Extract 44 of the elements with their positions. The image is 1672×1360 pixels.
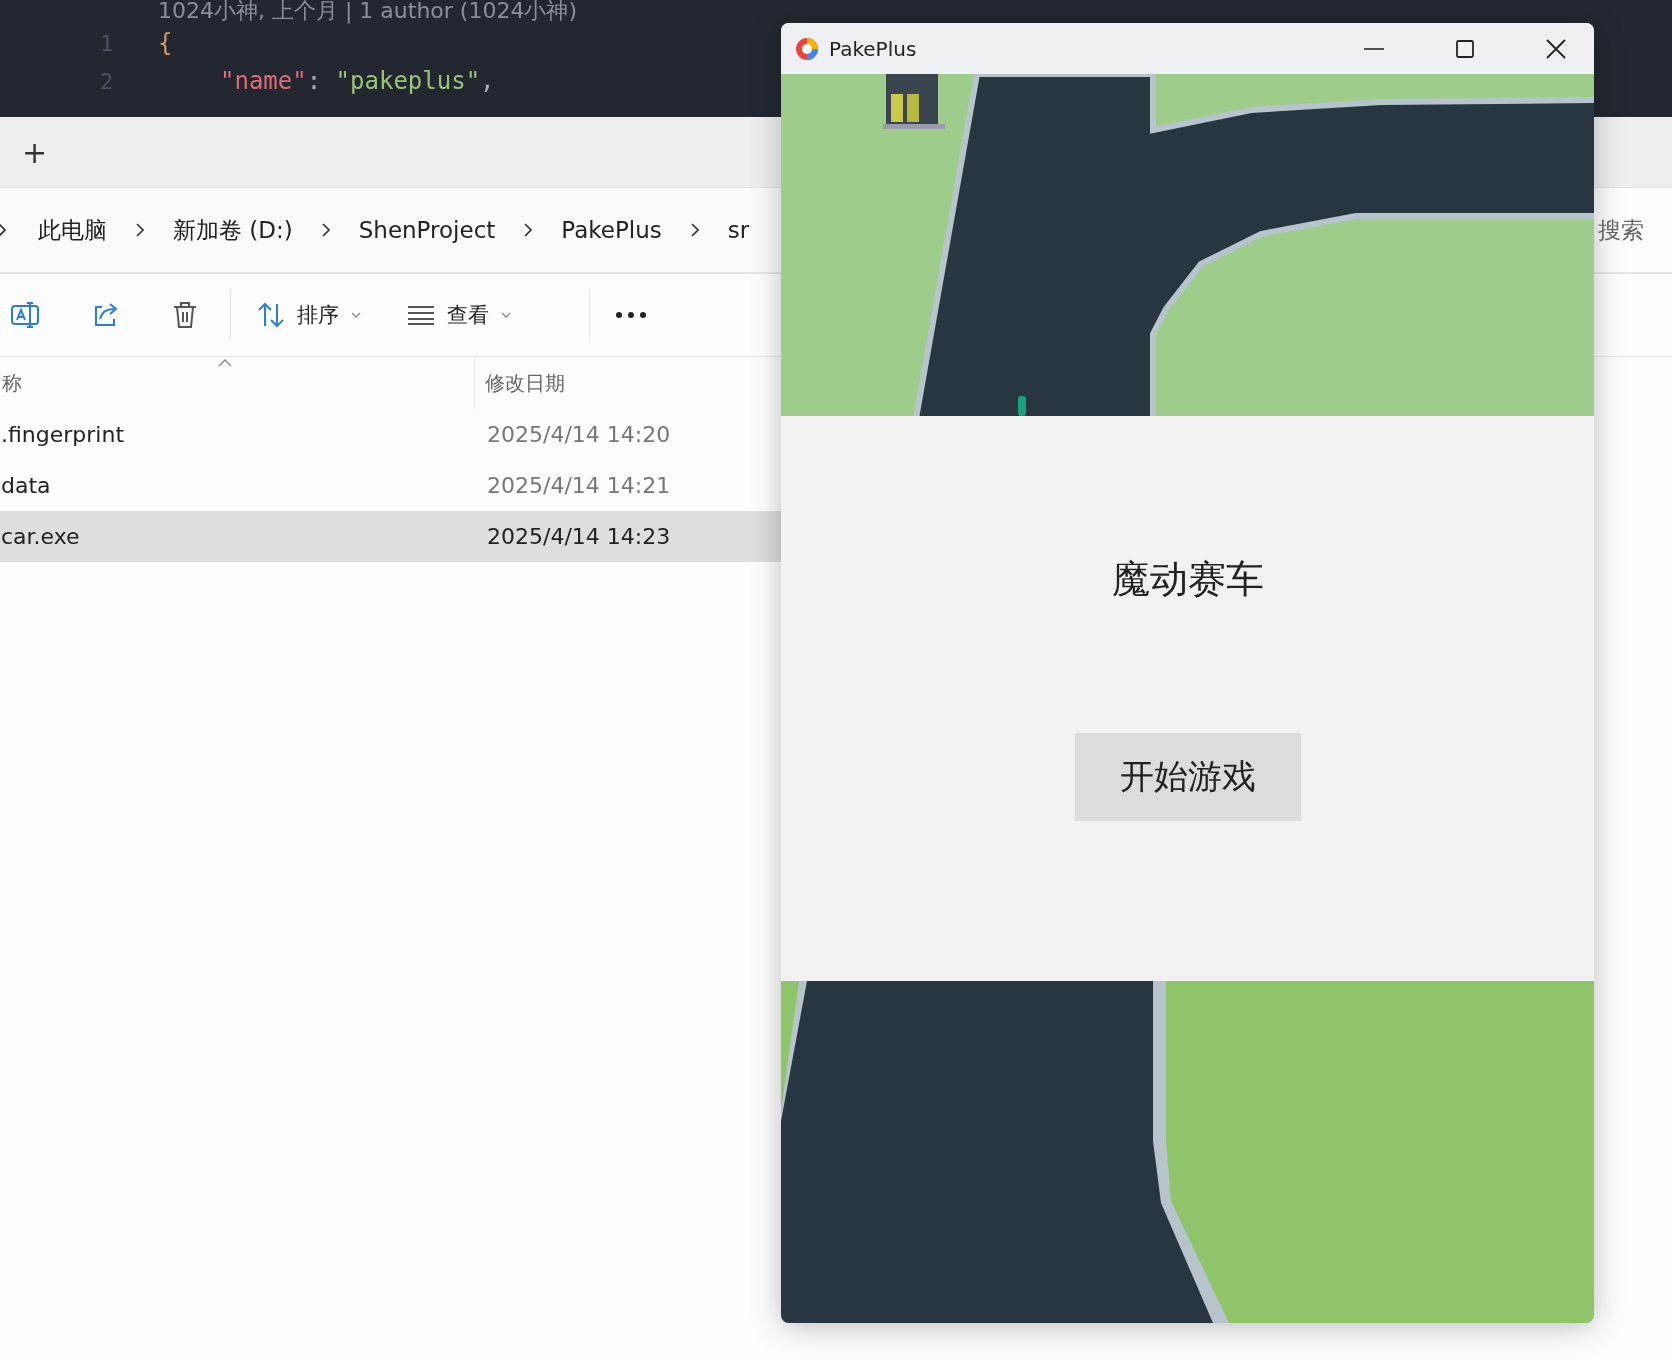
window-title: PakePlus [829,36,917,61]
game-title: 魔动赛车 [1111,556,1264,603]
modified-date: 2025/4/14 14:21 [487,473,671,498]
minimize-icon[interactable] [1364,47,1384,50]
breadcrumb-item[interactable]: sr [727,213,750,247]
breadcrumb-item[interactable]: 此电脑 [38,210,107,250]
file-name: car.exe [0,524,81,549]
file-row[interactable]: data 2025/4/14 14:21 [0,460,781,511]
sort-button[interactable]: 排序 [257,301,361,329]
maximize-icon[interactable] [1456,39,1474,58]
column-header[interactable]: 称 [0,357,475,409]
share-icon[interactable] [92,301,120,329]
code-line: { [158,29,173,57]
blame-annotation: 1024小神, 上个月 | 1 author (1024小神) [157,0,578,24]
chevron-icon [0,223,6,237]
chevron-icon [524,223,533,237]
file-name: data [0,473,52,498]
list-icon [407,305,435,325]
breadcrumb-item[interactable]: PakePlus [561,213,662,247]
start-game-button[interactable]: 开始游戏 [1074,733,1301,821]
search-field[interactable]: 搜索 [1598,214,1644,246]
app-logo-icon [795,36,819,61]
chevron-icon [136,223,144,237]
modified-date: 2025/4/14 14:20 [487,422,671,447]
trash-icon[interactable] [172,301,198,329]
chevron-icon [690,223,699,237]
sort-caret-icon [218,359,232,367]
breadcrumb-item[interactable]: ShenProject [358,213,496,247]
breadcrumb-item[interactable]: 新加卷 (D:) [173,210,293,250]
more-icon[interactable] [616,312,646,318]
close-icon[interactable] [1546,38,1566,59]
caret-icon [351,312,361,318]
chevron-icon [321,223,330,237]
file-row[interactable]: .fingerprint 2025/4/14 14:20 [0,409,781,460]
sort-arrows-icon [257,302,285,328]
new-tab-button[interactable]: + [18,134,52,170]
file-row[interactable]: car.exe 2025/4/14 14:23 [0,511,781,562]
column-header[interactable]: 修改日期 [475,369,565,397]
code-line: "name": "pakeplus", [219,67,495,95]
view-button[interactable]: 查看 [407,301,511,329]
caret-icon [501,312,511,318]
modified-date: 2025/4/14 14:23 [487,524,671,549]
file-name: .fingerprint [0,422,126,447]
rename-icon[interactable] [10,300,40,330]
